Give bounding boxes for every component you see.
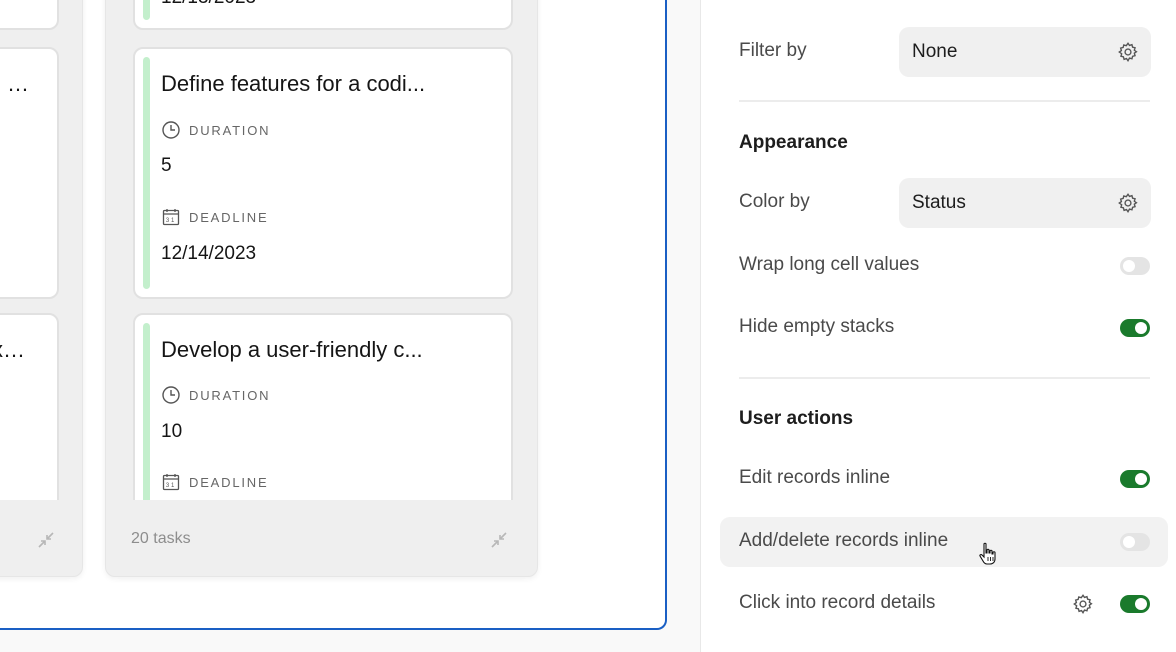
filter-by-select[interactable]: None [899,27,1151,77]
record-card[interactable]: Develop a user-friendly c... DURATION 10… [133,313,513,500]
deadline-value: 12/13/2023 [161,0,256,9]
filter-by-label: Filter by [739,40,807,61]
app-root: …g … …x… 12/13/2023 [0,0,1176,652]
edit-records-inline-toggle[interactable] [1120,470,1150,488]
duration-label: DURATION [189,122,271,138]
color-by-select[interactable]: Status [899,178,1151,228]
calendar-icon: 31 [162,474,180,491]
record-card[interactable]: …x… [0,313,59,500]
click-into-record-details-label: Click into record details [739,592,936,613]
wrap-long-cell-values-toggle[interactable] [1120,257,1150,275]
gear-icon[interactable] [1072,593,1094,615]
click-into-record-details-toggle[interactable] [1120,595,1150,613]
gear-icon[interactable] [1117,192,1139,214]
status-color-bar [143,57,150,289]
calendar-icon: 31 [162,209,180,226]
card-title: Define features for a codi... [161,71,426,96]
filter-by-value: None [912,41,958,62]
clock-icon [162,386,180,404]
card-title: …g … [0,71,29,96]
add-delete-records-inline-toggle[interactable] [1120,533,1150,551]
status-color-bar [143,0,150,20]
record-card[interactable] [0,0,59,30]
stack-footer [0,500,82,576]
add-delete-records-inline-label: Add/delete records inline [739,530,949,551]
svg-text:31: 31 [166,483,176,489]
duration-value: 5 [161,155,172,176]
stack-record-count: 20 tasks [131,530,191,547]
hand-pointer-cursor-icon [979,542,996,565]
card-title: …x… [0,337,25,362]
status-color-bar [143,323,150,500]
deadline-value: 12/14/2023 [161,243,257,264]
clock-icon [162,121,180,139]
edit-records-inline-label: Edit records inline [739,467,891,488]
wrap-long-cell-values-label: Wrap long cell values [739,254,920,275]
stack-footer: 20 tasks [106,500,537,576]
kanban-board: …g … …x… 12/13/2023 [0,0,667,630]
appearance-heading: Appearance [739,132,848,153]
collapse-icon[interactable] [36,530,56,550]
divider [739,377,1150,379]
gear-icon[interactable] [1117,41,1139,63]
user-actions-heading: User actions [739,408,854,429]
deadline-label: DEADLINE [189,209,269,225]
duration-label: DURATION [189,387,271,403]
collapse-icon[interactable] [489,530,509,550]
deadline-label: DEADLINE [189,474,269,490]
record-card[interactable]: 12/13/2023 [133,0,513,30]
svg-text:31: 31 [166,218,176,224]
record-card[interactable]: Define features for a codi... DURATION 5… [133,47,513,299]
card-title: Develop a user-friendly c... [161,337,423,362]
hide-empty-stacks-toggle[interactable] [1120,319,1150,337]
hide-empty-stacks-label: Hide empty stacks [739,316,895,337]
duration-value: 10 [161,421,183,442]
color-by-label: Color by [739,191,810,212]
settings-panel: Filter by None Appearance Color by Statu… [700,0,1176,652]
record-card[interactable]: …g … [0,47,59,299]
color-by-value: Status [912,192,966,213]
stack-right: 12/13/2023 Define features for a codi...… [105,0,538,577]
divider [739,100,1150,102]
stack-left: …g … …x… [0,0,83,577]
